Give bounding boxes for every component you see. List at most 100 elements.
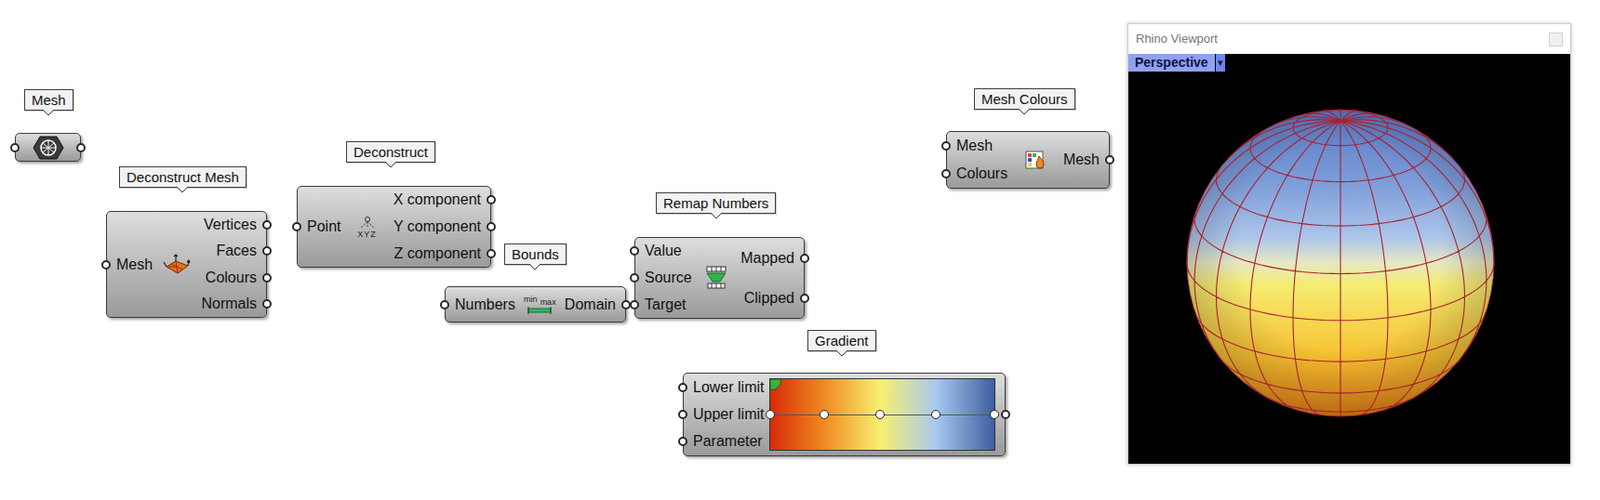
param-label: Normals (200, 295, 257, 313)
node-tooltip: Deconstruct Mesh (119, 166, 247, 194)
input-param[interactable]: Upper limit (683, 402, 768, 427)
component-icon (704, 265, 729, 292)
viewport-area[interactable]: Perspective ▾ (1128, 53, 1571, 465)
output-port[interactable] (800, 253, 810, 264)
mesh-icon (32, 135, 65, 160)
output-port[interactable] (1000, 410, 1011, 420)
input-port[interactable] (10, 143, 20, 153)
output-param[interactable]: Y component (389, 214, 491, 240)
gradient-bar[interactable] (769, 378, 996, 452)
param-label: Point (306, 218, 341, 236)
input-port[interactable] (678, 410, 688, 420)
output-param[interactable]: Normals (197, 292, 267, 317)
input-port[interactable] (629, 273, 640, 283)
tooltip-pointer (710, 213, 722, 220)
output-port[interactable] (262, 273, 272, 283)
grasshopper-canvas[interactable]: Rhino Viewport Perspective ▾ (0, 0, 1600, 500)
output-port[interactable] (1105, 155, 1115, 165)
mesh-wireframe (1186, 109, 1494, 417)
param-label: Numbers (454, 296, 516, 314)
remap-node[interactable]: ValueSourceTarget Mapped Clipped (634, 237, 805, 320)
output-port[interactable] (486, 195, 496, 205)
param-label: Vertices (203, 216, 257, 234)
input-param[interactable]: Source (635, 266, 696, 291)
outputs: Domain (560, 287, 626, 322)
sphere-shade (1186, 109, 1494, 417)
domain-bar-icon (527, 306, 552, 315)
output-port[interactable] (486, 222, 496, 232)
view-tab[interactable]: Perspective ▾ (1128, 53, 1226, 72)
input-port[interactable] (629, 300, 640, 310)
input-param[interactable]: Target (635, 293, 696, 318)
input-port[interactable] (629, 246, 640, 256)
output-param[interactable]: Faces (212, 239, 267, 264)
tooltip-label: Remap Numbers (655, 192, 776, 214)
input-port[interactable] (941, 169, 951, 179)
input-param[interactable]: Value (635, 239, 696, 264)
gradient-node[interactable]: Lower limitUpper limit Parameter (682, 373, 1006, 457)
gradient-grip[interactable] (819, 410, 829, 420)
deconstruct-mesh-node[interactable]: Mesh Vertices Faces Colours Normals (106, 211, 267, 319)
tooltip-label: Mesh Colours (973, 88, 1076, 110)
input-param[interactable]: Mesh (106, 253, 157, 278)
param-label: Parameter (693, 433, 763, 451)
tooltip-pointer (176, 186, 188, 194)
outputs: Mapped Clipped (736, 238, 804, 319)
component-icon (1024, 148, 1047, 172)
output-param[interactable]: Colours (201, 266, 267, 291)
output-param[interactable]: Mesh (1059, 147, 1109, 173)
node-tooltip: Mesh Colours (973, 88, 1076, 116)
corner-icon (770, 379, 782, 391)
input-port[interactable] (440, 300, 450, 310)
input-port[interactable] (292, 222, 302, 232)
node-tooltip: Deconstruct (346, 141, 436, 169)
input-param[interactable]: Numbers (445, 293, 520, 318)
output-port[interactable] (262, 220, 272, 230)
deconstruct-node[interactable]: Point XYZ X component Y componentZ componen… (296, 186, 492, 268)
mesh-node[interactable] (14, 133, 81, 162)
output-param[interactable]: Domain (560, 293, 626, 318)
output-port[interactable] (486, 249, 496, 259)
output-port[interactable] (76, 143, 86, 153)
input-port[interactable] (678, 383, 688, 393)
output-param[interactable]: Vertices (200, 213, 267, 238)
mesh-colours-node[interactable]: Mesh Colours Mesh (946, 131, 1110, 189)
close-box[interactable] (1548, 32, 1563, 47)
param-label: Colours (956, 165, 1008, 183)
output-param[interactable]: Clipped (740, 286, 804, 311)
param-label: X component (393, 191, 481, 209)
tooltip-pointer (1018, 108, 1030, 116)
output-port[interactable] (262, 246, 272, 256)
input-port[interactable] (678, 437, 688, 447)
gradient-grip[interactable] (875, 410, 885, 420)
icon-text: min (523, 295, 538, 305)
input-port[interactable] (941, 141, 951, 151)
output-port[interactable] (262, 299, 272, 309)
gradient-grip[interactable] (765, 410, 775, 420)
output-param[interactable]: X component (389, 187, 491, 213)
tooltip-pointer (385, 161, 397, 169)
input-param[interactable]: Point (297, 214, 345, 240)
output-param[interactable]: Z component (390, 241, 491, 267)
param-label: Mesh (956, 137, 993, 155)
bounds-node[interactable]: NumbersminmaxDomain (444, 286, 627, 323)
gradient-grip[interactable] (989, 410, 1000, 420)
input-param[interactable]: Colours (946, 161, 1012, 187)
input-param[interactable]: Lower limit (683, 375, 768, 400)
param-label: Colours (205, 269, 257, 287)
input-param[interactable]: Parameter (683, 429, 768, 454)
node-tooltip: Remap Numbers (655, 192, 776, 220)
output-param[interactable]: Mapped (736, 246, 804, 271)
param-label: Faces (215, 242, 257, 260)
view-menu-arrow[interactable]: ▾ (1215, 53, 1226, 72)
rhino-viewport[interactable]: Rhino Viewport Perspective ▾ (1127, 23, 1572, 466)
tooltip-pointer (42, 109, 54, 117)
param-label: Mesh (116, 256, 153, 274)
icon-text: XYZ (357, 230, 377, 240)
inputs: ValueSourceTarget (635, 238, 696, 319)
gradient-grip[interactable] (931, 410, 941, 420)
input-param[interactable]: Mesh (946, 133, 1012, 159)
output-port[interactable] (800, 293, 810, 304)
input-port[interactable] (101, 260, 111, 270)
view-label[interactable]: Perspective (1128, 53, 1215, 72)
